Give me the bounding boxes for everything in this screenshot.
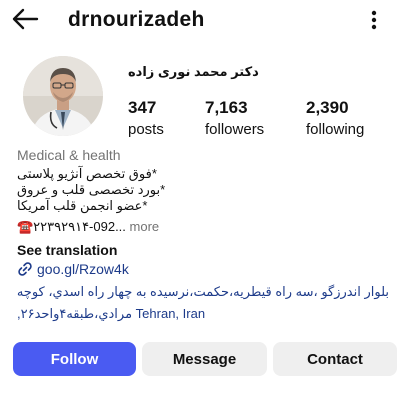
bio-line: *بورد تخصصی قلب و عروق xyxy=(17,182,166,197)
back-arrow-icon[interactable] xyxy=(10,4,40,34)
bio-phone-line: ☎️۲۲۳۹۲۹۱۴-092... more xyxy=(17,219,159,235)
contact-button[interactable]: Contact xyxy=(273,342,397,376)
stat-following-label: following xyxy=(306,121,365,138)
profile-full-name: دکتر محمد نوری زاده xyxy=(128,64,259,79)
stat-posts[interactable]: 347 posts xyxy=(128,98,164,138)
bio-phone-text: ☎️۲۲۳۹۲۹۱۴-092... xyxy=(17,219,126,234)
address-line-2: مرادي،طبقه۴واحد۲۶, Tehran, Iran xyxy=(17,303,389,325)
bio-more-link[interactable]: more xyxy=(126,219,160,234)
address-line-1: بلوار اندرزگو ،سه راه قيطريه،حكمت،نرسيده… xyxy=(16,284,389,299)
bio-line: *عضو انجمن قلب آمریکا xyxy=(17,198,148,213)
message-button[interactable]: Message xyxy=(142,342,267,376)
profile-address[interactable]: بلوار اندرزگو ،سه راه قيطريه،حكمت،نرسيده… xyxy=(17,281,389,325)
profile-bio: *فوق تخصص آنژیو پلاستی *بورد تخصصی قلب و… xyxy=(17,166,165,214)
profile-website-link[interactable]: goo.gl/Rzow4k xyxy=(17,261,129,277)
profile-avatar[interactable] xyxy=(23,56,103,136)
link-icon xyxy=(18,262,32,276)
address-line-2-rtl: مرادي،طبقه۴واحد۲۶, xyxy=(17,306,133,321)
more-options-icon[interactable] xyxy=(366,8,382,32)
top-bar: drnourizadeh xyxy=(0,0,400,40)
stat-following[interactable]: 2,390 following xyxy=(306,98,364,138)
stat-followers-value: 7,163 xyxy=(205,98,248,117)
stat-followers[interactable]: 7,163 followers xyxy=(205,98,264,138)
follow-button[interactable]: Follow xyxy=(13,342,136,376)
stat-posts-label: posts xyxy=(128,121,164,138)
profile-username: drnourizadeh xyxy=(68,8,205,31)
see-translation-link[interactable]: See translation xyxy=(17,242,117,258)
stat-following-value: 2,390 xyxy=(306,98,349,117)
stat-posts-value: 347 xyxy=(128,98,157,117)
bio-line: *فوق تخصص آنژیو پلاستی xyxy=(17,166,157,181)
address-line-2-ltr: Tehran, Iran xyxy=(132,306,206,321)
stat-followers-label: followers xyxy=(205,121,265,138)
profile-category: Medical & health xyxy=(17,147,121,163)
profile-website-text: goo.gl/Rzow4k xyxy=(37,261,129,277)
